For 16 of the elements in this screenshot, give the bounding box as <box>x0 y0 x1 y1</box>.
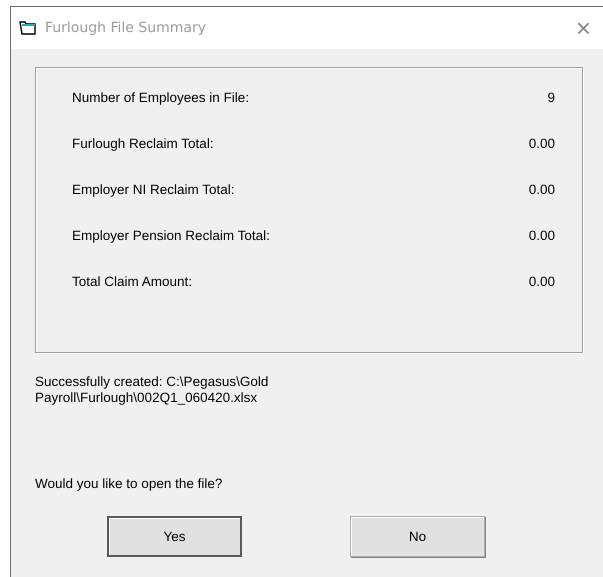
question-text: Would you like to open the file? <box>35 476 224 491</box>
summary-value: 9 <box>547 90 555 105</box>
summary-label: Employer NI Reclaim Total: <box>72 182 235 197</box>
summary-label: Number of Employees in File: <box>72 90 250 105</box>
summary-label: Total Claim Amount: <box>72 274 192 289</box>
summary-value: 0.00 <box>528 136 555 151</box>
summary-label: Employer Pension Reclaim Total: <box>72 228 270 243</box>
window-title: Furlough File Summary <box>45 20 207 36</box>
summary-value: 0.00 <box>528 274 555 289</box>
status-message: Successfully created: C:\Pegasus\Gold Payroll\Furlough\002Q1_060420.xlsx <box>35 374 270 406</box>
folder-icon <box>19 20 37 36</box>
dialog-button[interactable]: No <box>350 516 485 557</box>
dialog-button[interactable]: Yes <box>107 516 242 557</box>
summary-value: 0.00 <box>528 182 555 197</box>
summary-label: Furlough Reclaim Total: <box>72 136 214 151</box>
summary-value: 0.00 <box>528 228 555 243</box>
